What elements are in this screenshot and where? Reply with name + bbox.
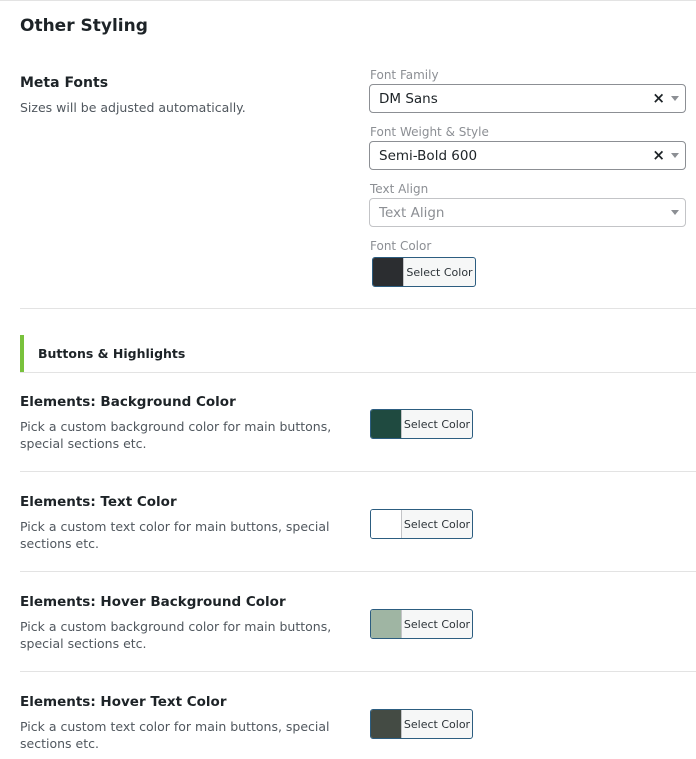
element-hover-text-color-heading: Elements: Hover Text Color — [20, 694, 227, 710]
meta-fonts-description: Sizes will be adjusted automatically. — [20, 100, 246, 115]
row-divider — [20, 471, 696, 472]
chevron-down-icon[interactable] — [671, 153, 679, 158]
group-accent-bar — [20, 335, 24, 372]
element-hover-bg-color-heading: Elements: Hover Background Color — [20, 594, 286, 610]
row-divider — [20, 671, 696, 672]
font-color-button[interactable]: Select Color — [372, 257, 476, 287]
text-align-label: Text Align — [370, 182, 429, 196]
element-text-color-heading: Elements: Text Color — [20, 494, 177, 510]
element-bg-color-heading: Elements: Background Color — [20, 394, 236, 410]
element-hover-bg-color-description: Pick a custom background color for main … — [20, 619, 332, 651]
font-color-label: Font Color — [370, 239, 432, 253]
row-divider — [20, 571, 696, 572]
group-title: Buttons & Highlights — [38, 346, 186, 361]
element-bg-color-description: Pick a custom background color for main … — [20, 419, 332, 451]
element-hover-bg-color-button[interactable]: Select Color — [370, 609, 473, 639]
color-swatch — [371, 610, 402, 638]
font-family-label: Font Family — [370, 68, 439, 82]
font-weight-label: Font Weight & Style — [370, 125, 489, 139]
top-divider — [0, 0, 696, 1]
element-text-color-button[interactable]: Select Color — [370, 509, 473, 539]
font-weight-select[interactable]: Semi-Bold 600 × — [369, 141, 686, 170]
group-divider — [20, 372, 696, 373]
color-swatch — [371, 710, 402, 738]
clear-icon[interactable]: × — [652, 146, 665, 164]
chevron-down-icon[interactable] — [671, 210, 679, 215]
text-align-placeholder: Text Align — [379, 205, 445, 221]
font-family-value: DM Sans — [379, 91, 438, 107]
section-title: Other Styling — [20, 16, 148, 36]
settings-page: Other Styling Meta Fonts Sizes will be a… — [0, 0, 696, 759]
select-color-label: Select Color — [403, 517, 471, 531]
section-divider — [20, 308, 696, 309]
select-color-label: Select Color — [403, 717, 471, 731]
select-color-label: Select Color — [403, 617, 471, 631]
element-text-color-description: Pick a custom text color for main button… — [20, 519, 330, 551]
select-color-label: Select Color — [406, 265, 473, 279]
chevron-down-icon[interactable] — [671, 96, 679, 101]
select-color-label: Select Color — [403, 417, 471, 431]
text-align-select[interactable]: Text Align — [369, 198, 686, 227]
color-swatch — [373, 258, 404, 286]
color-swatch — [371, 510, 402, 538]
meta-fonts-heading: Meta Fonts — [20, 75, 109, 91]
font-family-select[interactable]: DM Sans × — [369, 84, 686, 113]
element-hover-text-color-button[interactable]: Select Color — [370, 709, 473, 739]
element-hover-text-color-description: Pick a custom text color for main button… — [20, 719, 330, 751]
font-weight-value: Semi-Bold 600 — [379, 148, 478, 164]
color-swatch — [371, 410, 402, 438]
clear-icon[interactable]: × — [652, 89, 665, 107]
element-bg-color-button[interactable]: Select Color — [370, 409, 473, 439]
